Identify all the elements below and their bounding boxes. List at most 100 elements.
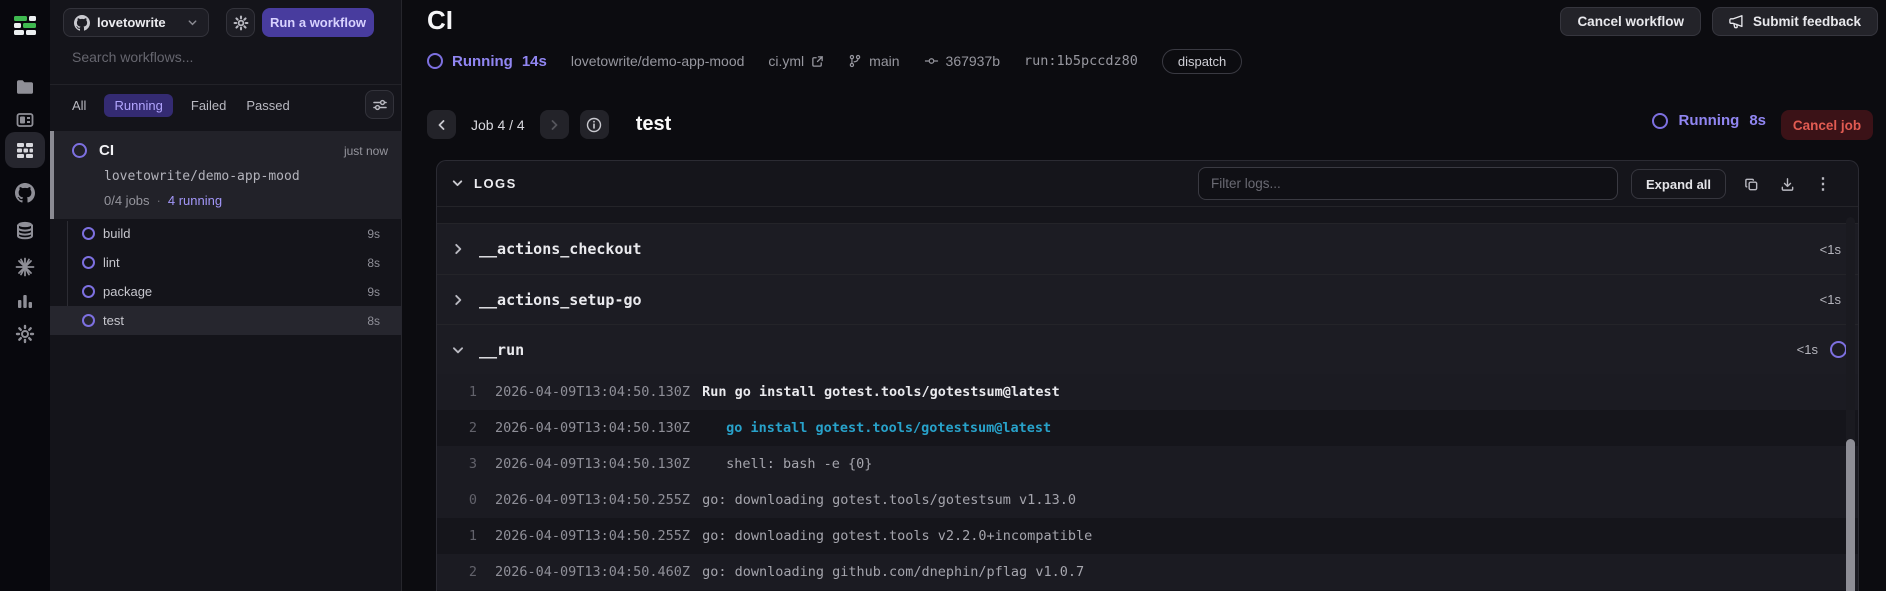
sidebar-item-github[interactable] [5,175,45,211]
line-number: 3 [468,456,477,472]
job-status-label: Running [1678,112,1740,129]
chevron-down-icon[interactable] [451,177,464,190]
commit-info: 367937b [924,53,1000,69]
line-message: go: downloading github.com/dnephin/pflag… [702,564,1085,580]
database-icon [17,221,33,240]
chevron-down-icon [188,20,197,26]
line-timestamp: 2026-04-09T13:04:50.130Z [495,384,691,400]
log-line[interactable]: 1 2026-04-09T13:04:50.130Z Run go instal… [437,374,1858,410]
line-timestamp: 2026-04-09T13:04:50.460Z [495,564,691,580]
workflow-file-link[interactable]: ci.yml [768,53,824,69]
log-line[interactable]: 1 2026-04-09T13:04:50.255Z go: downloadi… [437,518,1858,554]
sidebar-item-analytics[interactable] [5,283,45,319]
tab-passed[interactable]: Passed [244,94,291,117]
run-status-duration: 14s [521,52,547,70]
job-duration: 9s [367,284,380,299]
sidebar-item-workflows[interactable] [5,132,45,168]
job-list: build 9s lint 8s package 9s test 8s [50,219,402,335]
run-status: Running 14s [427,53,547,70]
running-spinner-icon [72,143,87,158]
log-section-actions-checkout[interactable]: __actions_checkout <1s [437,223,1858,274]
run-id: run:1b5pccdz80 [1024,53,1138,69]
logs-title: LOGS [474,176,517,191]
log-lines: 1 2026-04-09T13:04:50.130Z Run go instal… [437,374,1858,590]
sidebar-item-settings[interactable] [5,316,45,352]
filter-options-button[interactable] [365,90,394,119]
repo-name: lovetowrite/demo-app-mood [570,53,745,69]
log-line[interactable]: 0 2026-04-09T13:04:50.255Z go: downloadi… [437,482,1858,518]
sidebar-item-files[interactable] [5,69,45,105]
running-spinner-icon [1652,112,1669,129]
cancel-job-button[interactable]: Cancel job [1781,110,1873,140]
next-job-button[interactable] [539,110,569,139]
job-row-package[interactable]: package 9s [50,277,402,306]
download-icon [1781,177,1793,191]
job-title: test [635,113,672,135]
log-line[interactable]: 3 2026-04-09T13:04:50.130Z shell: bash -… [437,446,1858,482]
org-selector[interactable]: lovetowrite [63,8,209,37]
workflow-filter-tabs: All Running Failed Passed [70,92,292,118]
filter-logs-input[interactable] [1198,167,1618,200]
line-message: shell: bash -e {0} [726,456,873,472]
download-logs-button[interactable] [1773,170,1801,198]
job-name: package [103,284,153,299]
logs-toolbar: LOGS Expand all ⋮ [437,161,1858,207]
running-spinner-icon [82,227,95,240]
dot-separator: · [156,193,161,208]
logs-panel: LOGS Expand all ⋮ [436,160,1859,591]
job-counter: Job 4 / 4 [471,116,525,133]
gear-icon [15,324,35,344]
tab-all[interactable]: All [70,94,88,117]
job-duration: 8s [367,255,380,270]
workflow-repo: lovetowrite/demo-app-mood [104,169,300,184]
job-status-duration: 8s [1749,112,1766,129]
prev-job-button[interactable] [427,110,456,139]
app-logo[interactable] [5,8,45,44]
log-line[interactable]: 2 2026-04-09T13:04:50.460Z go: downloadi… [437,554,1858,590]
chevron-left-icon [438,119,444,130]
workflow-card-ci[interactable]: CI just now lovetowrite/demo-app-mood 0/… [50,131,402,219]
workflows-sidebar: lovetowrite Run a workflow All Running F… [50,0,402,591]
job-duration: 8s [367,313,380,328]
expand-all-button[interactable]: Expand all [1631,169,1727,199]
log-line[interactable]: 2 2026-04-09T13:04:50.130Z go install go… [437,410,1858,446]
logs-scrollbar-thumb[interactable] [1846,439,1855,591]
run-workflow-button[interactable]: Run a workflow [262,8,374,37]
chevron-down-icon [447,343,469,357]
line-message: go install gotest.tools/gotestsum@latest [726,420,1052,436]
workflow-jobs-summary: 0/4 jobs · 4 running [104,193,222,208]
git-commit-icon [924,58,938,64]
bar-chart-icon [18,295,32,308]
tab-running[interactable]: Running [104,93,173,117]
sidebar-item-sparkle[interactable] [5,249,45,285]
job-row-lint[interactable]: lint 8s [50,248,402,277]
line-timestamp: 2026-04-09T13:04:50.255Z [495,492,691,508]
job-status: Running 8s [1652,112,1766,129]
line-timestamp: 2026-04-09T13:04:50.255Z [495,528,691,544]
git-branch-icon [849,54,861,68]
cancel-workflow-button[interactable]: Cancel workflow [1560,7,1701,36]
copy-icon [1744,178,1757,190]
sidebar-item-database[interactable] [5,212,45,248]
running-spinner-icon [82,314,95,327]
job-row-build[interactable]: build 9s [50,219,402,248]
running-spinner-icon [82,256,95,269]
log-section-run[interactable]: __run <1s [437,324,1858,374]
box-icon [16,113,34,127]
copy-logs-button[interactable] [1737,170,1765,198]
tab-failed[interactable]: Failed [189,94,228,117]
line-message: go: downloading gotest.tools/gotestsum v… [702,492,1076,508]
more-options-button[interactable]: ⋮ [1809,170,1837,198]
section-duration: <1s [1819,292,1841,307]
section-duration: <1s [1796,342,1818,357]
search-workflows-input[interactable] [72,46,372,68]
line-number: 1 [468,528,477,544]
workflow-settings-button[interactable] [226,8,255,37]
submit-feedback-button[interactable]: Submit feedback [1711,7,1878,36]
log-section-actions-setup-go[interactable]: __actions_setup-go <1s [437,274,1858,324]
line-message: Run go install gotest.tools/gotestsum@la… [702,384,1060,400]
section-status: <1s [1797,341,1847,358]
branch-info: main [848,53,900,69]
job-info-button[interactable] [579,110,609,139]
job-row-test[interactable]: test 8s [50,306,402,335]
